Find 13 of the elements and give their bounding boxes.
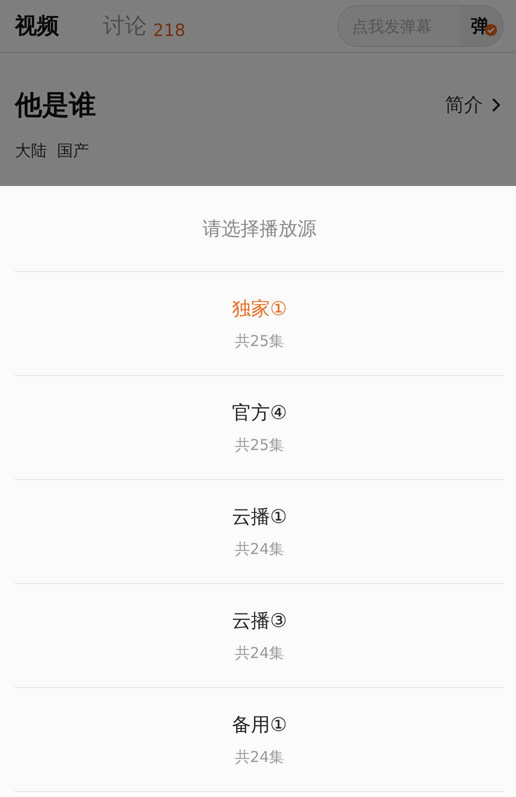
source-option[interactable]: 官方④ 共25集 xyxy=(15,376,504,480)
comment-count: 218 xyxy=(153,21,186,41)
intro-link[interactable]: 简介 xyxy=(445,92,501,118)
show-title: 他是谁 xyxy=(15,89,96,123)
tag: 国产 xyxy=(57,141,89,162)
source-option[interactable]: 云播① 共24集 xyxy=(15,480,504,584)
source-option[interactable]: 备用① 共24集 xyxy=(15,688,504,792)
source-option[interactable]: 云播③ 共24集 xyxy=(15,584,504,688)
chevron-right-icon xyxy=(491,97,501,113)
tag: 大陆 xyxy=(15,141,47,162)
tab[interactable]: 视频 xyxy=(15,11,59,41)
sheet-title: 请选择播放源 xyxy=(15,186,504,272)
source-option[interactable]: 独家① 共25集 xyxy=(15,272,504,376)
